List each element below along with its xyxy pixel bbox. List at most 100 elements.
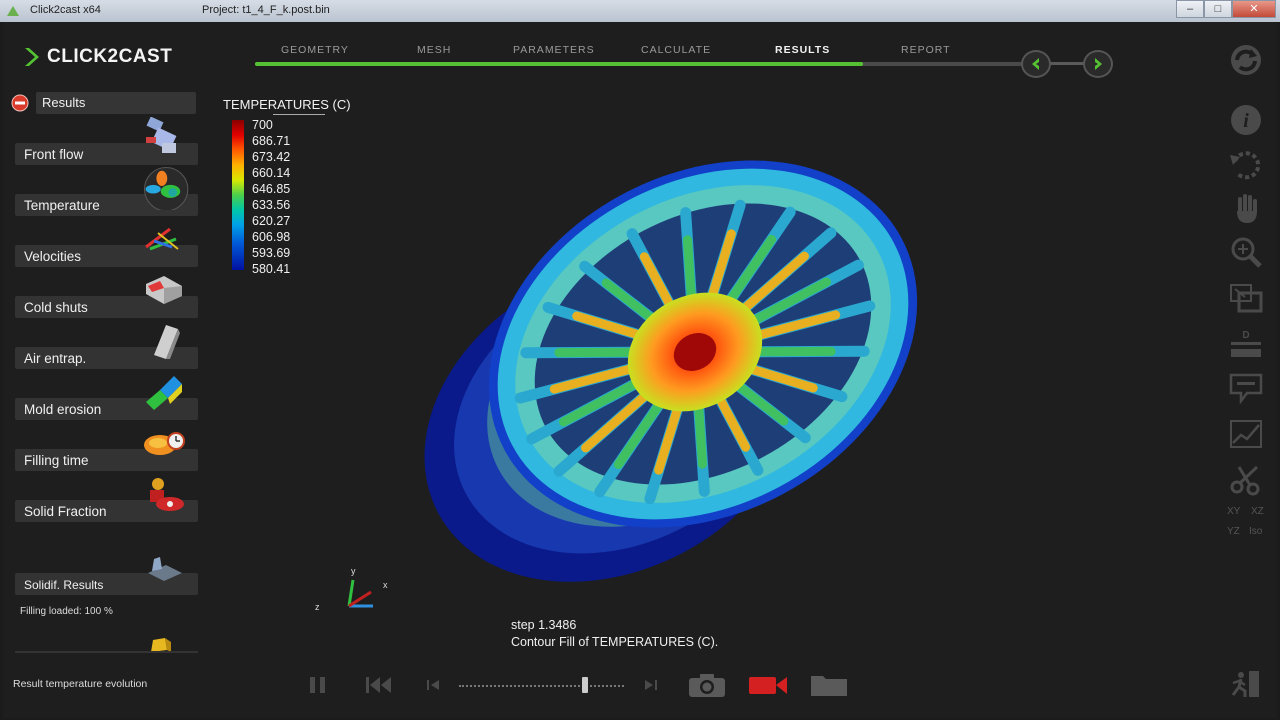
logo: CLICK2CAST xyxy=(23,46,172,68)
cut-icon xyxy=(1230,465,1260,496)
step-forward-button[interactable] xyxy=(639,672,661,698)
tab-report[interactable]: REPORT xyxy=(901,44,951,56)
graph-button[interactable] xyxy=(1225,416,1267,452)
sidebar-item-velocities[interactable]: Velocities xyxy=(15,227,198,267)
view-xz-button[interactable]: XZ xyxy=(1251,506,1264,517)
workflow-nav xyxy=(1021,50,1141,78)
sidebar-item-solidification-results[interactable]: Solidif. Results xyxy=(15,557,198,595)
folder-icon xyxy=(811,676,847,696)
step-label: step 1.3486 xyxy=(511,618,577,632)
exit-icon xyxy=(1231,671,1259,697)
view-xy-button[interactable]: XY xyxy=(1227,506,1240,517)
zoom-window-button[interactable] xyxy=(1225,280,1267,316)
status-text: Result temperature evolution xyxy=(13,678,148,690)
distance-icon: D xyxy=(1231,330,1261,357)
solid-fraction-icon xyxy=(150,478,184,511)
tab-mesh[interactable]: MESH xyxy=(417,44,451,56)
graph-icon xyxy=(1230,420,1262,448)
reset-view-button[interactable] xyxy=(1225,42,1267,78)
cut-plane-button[interactable] xyxy=(1225,462,1267,498)
window-titlebar: Click2cast x64 Project: t1_4_F_k.post.bi… xyxy=(0,0,1280,22)
pan-hand-icon xyxy=(1237,194,1257,223)
view-yz-button[interactable]: YZ xyxy=(1227,526,1240,537)
playback-controls xyxy=(299,668,859,702)
pause-button[interactable] xyxy=(303,672,333,698)
legend-values: 700 686.71 673.42 660.14 646.85 633.56 620.27 6… xyxy=(252,117,290,277)
exit-button[interactable] xyxy=(1225,666,1267,702)
zoom-button[interactable] xyxy=(1225,234,1267,270)
label-button[interactable] xyxy=(1225,370,1267,406)
legend-title-underline xyxy=(273,114,325,115)
window-title: Click2cast x64 xyxy=(30,4,101,16)
mold-erosion-icon xyxy=(146,376,182,410)
step-forward-icon xyxy=(645,680,657,690)
skip-to-start-icon xyxy=(366,677,391,693)
legend-value: 660.14 xyxy=(252,166,291,180)
view-iso-button[interactable]: Iso xyxy=(1249,526,1262,537)
axis-triad: y x z xyxy=(315,566,388,612)
legend-color-scale xyxy=(232,120,244,270)
3d-viewport[interactable] xyxy=(383,152,943,592)
results-title: Results xyxy=(36,92,196,114)
legend-value: 646.85 xyxy=(252,182,291,196)
air-entrapment-icon xyxy=(154,325,180,359)
step-back-button[interactable] xyxy=(423,672,445,698)
rotate-icon xyxy=(1230,151,1261,180)
sidebar-item-cold-shuts[interactable]: Cold shuts xyxy=(15,276,198,318)
legend-value: 686.71 xyxy=(252,134,291,148)
filling-time-icon xyxy=(144,432,185,455)
video-camera-icon xyxy=(749,677,787,694)
sidebar-item-air-entrapment[interactable]: Air entrap. xyxy=(15,325,198,369)
legend-value: 700 xyxy=(252,118,273,132)
workflow-tabs: GEOMETRY MESH PARAMETERS CALCULATE RESUL… xyxy=(255,44,1035,70)
next-step-button[interactable] xyxy=(1083,50,1113,78)
refresh-icon xyxy=(1231,45,1261,75)
open-folder-button[interactable] xyxy=(807,672,851,698)
close-window-button[interactable]: ✕ xyxy=(1232,0,1276,18)
axis-z-label: z xyxy=(315,602,320,612)
sidebar-item-mold-erosion[interactable]: Mold erosion xyxy=(15,376,198,420)
contour-description: Contour Fill of TEMPERATURES (C). xyxy=(511,635,719,649)
zoom-window-icon xyxy=(1230,284,1263,313)
temperature-icon xyxy=(143,166,189,210)
svg-text:D: D xyxy=(1242,330,1249,341)
rotate-view-button[interactable] xyxy=(1225,146,1267,182)
tab-geometry[interactable]: GEOMETRY xyxy=(281,44,349,56)
svg-text:i: i xyxy=(1243,110,1249,132)
collapse-icon[interactable] xyxy=(11,94,29,112)
tab-parameters[interactable]: PARAMETERS xyxy=(513,44,595,56)
rewind-button[interactable] xyxy=(361,672,397,698)
velocities-icon xyxy=(145,227,179,251)
axis-x-label: x xyxy=(383,580,388,590)
chevron-right-icon xyxy=(1095,58,1102,70)
sidebar-item-filling-time[interactable]: Filling time xyxy=(15,432,198,471)
distance-button[interactable]: D xyxy=(1225,326,1267,362)
pause-icon xyxy=(310,677,325,693)
filling-loaded-status: Filling loaded: 100 % xyxy=(20,606,113,617)
legend-value: 620.27 xyxy=(252,214,291,228)
legend-value: 593.69 xyxy=(252,246,291,260)
maximize-button[interactable]: □ xyxy=(1204,0,1232,18)
timeline-slider[interactable] xyxy=(459,685,624,687)
legend-value: 673.42 xyxy=(252,150,291,164)
sidebar-item-temperature[interactable]: Temperature xyxy=(15,166,198,216)
window-controls: – □ ✕ xyxy=(1176,0,1276,20)
sidebar-item-solid-fraction[interactable]: Solid Fraction xyxy=(15,478,198,522)
screenshot-button[interactable] xyxy=(685,672,729,698)
tab-calculate[interactable]: CALCULATE xyxy=(641,44,711,56)
timeline-slider-thumb[interactable] xyxy=(582,677,588,693)
pan-button[interactable] xyxy=(1225,190,1267,226)
results-section-header[interactable]: Results xyxy=(11,92,196,114)
tab-results[interactable]: RESULTS xyxy=(775,44,830,56)
info-button[interactable]: i xyxy=(1225,102,1267,138)
axis-y-label: y xyxy=(351,566,356,576)
chevron-left-icon xyxy=(1032,58,1039,70)
sidebar-item-front-flow[interactable]: Front flow xyxy=(15,117,198,165)
previous-step-button[interactable] xyxy=(1021,50,1051,78)
label-icon xyxy=(1229,373,1263,405)
workflow-progress-track xyxy=(255,62,1035,66)
cold-shuts-icon xyxy=(146,276,182,304)
minimize-button[interactable]: – xyxy=(1176,0,1204,18)
record-video-button[interactable] xyxy=(746,672,790,698)
logo-chevron-icon xyxy=(25,48,39,66)
